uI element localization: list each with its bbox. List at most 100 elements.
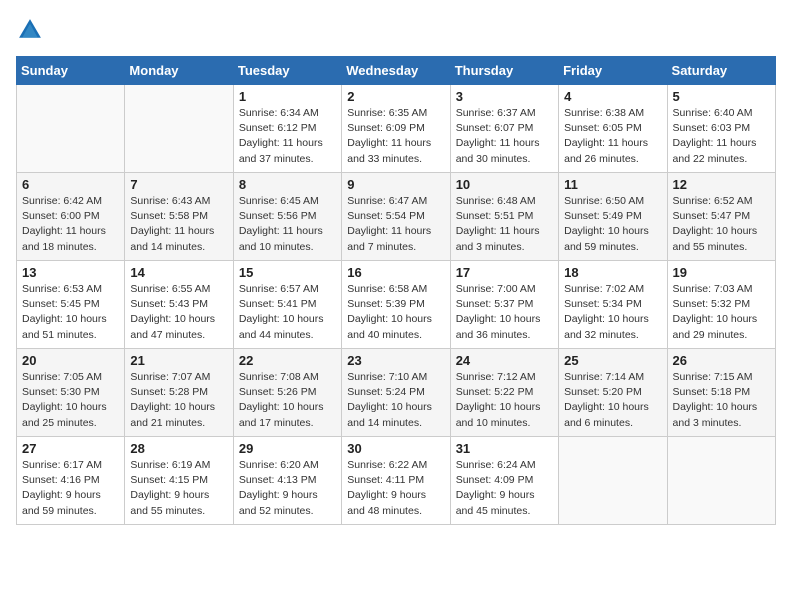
calendar-cell: 26 Sunrise: 7:15 AMSunset: 5:18 PMDayligh… xyxy=(667,349,775,437)
calendar-cell: 9 Sunrise: 6:47 AMSunset: 5:54 PMDaylight… xyxy=(342,173,450,261)
calendar-cell xyxy=(559,437,667,525)
day-number: 8 xyxy=(239,177,336,192)
calendar-cell: 21Sunrise: 7:07 AMSunset: 5:28 PMDayligh… xyxy=(125,349,233,437)
day-number: 10 xyxy=(456,177,553,192)
day-content: Sunrise: 7:12 AMSunset: 5:22 PMDaylight:… xyxy=(456,370,553,431)
header-day-monday: Monday xyxy=(125,57,233,85)
calendar-cell: 5 Sunrise: 6:40 AMSunset: 6:03 PMDaylight… xyxy=(667,85,775,173)
day-content: Sunrise: 7:08 AMSunset: 5:26 PMDaylight:… xyxy=(239,370,336,431)
logo-icon xyxy=(16,16,44,44)
calendar-cell: 29 Sunrise: 6:20 AMSunset: 4:13 PMDayligh… xyxy=(233,437,341,525)
day-number: 24 xyxy=(456,353,553,368)
day-number: 27 xyxy=(22,441,119,456)
day-number: 12 xyxy=(673,177,770,192)
calendar-cell: 11 Sunrise: 6:50 AMSunset: 5:49 PMDayligh… xyxy=(559,173,667,261)
day-number: 19 xyxy=(673,265,770,280)
calendar-cell: 4Sunrise: 6:38 AMSunset: 6:05 PMDaylight… xyxy=(559,85,667,173)
calendar-cell: 27 Sunrise: 6:17 AMSunset: 4:16 PMDayligh… xyxy=(17,437,125,525)
day-number: 15 xyxy=(239,265,336,280)
day-number: 31 xyxy=(456,441,553,456)
day-number: 29 xyxy=(239,441,336,456)
header-day-thursday: Thursday xyxy=(450,57,558,85)
calendar-cell: 19Sunrise: 7:03 AMSunset: 5:32 PMDayligh… xyxy=(667,261,775,349)
calendar-cell: 25Sunrise: 7:14 AMSunset: 5:20 PMDayligh… xyxy=(559,349,667,437)
day-number: 26 xyxy=(673,353,770,368)
calendar-cell: 28 Sunrise: 6:19 AMSunset: 4:15 PMDayligh… xyxy=(125,437,233,525)
calendar-header: SundayMondayTuesdayWednesdayThursdayFrid… xyxy=(17,57,776,85)
calendar-cell: 14 Sunrise: 6:55 AMSunset: 5:43 PMDayligh… xyxy=(125,261,233,349)
day-number: 3 xyxy=(456,89,553,104)
day-number: 17 xyxy=(456,265,553,280)
week-row-3: 13 Sunrise: 6:53 AMSunset: 5:45 PMDayligh… xyxy=(17,261,776,349)
day-number: 5 xyxy=(673,89,770,104)
logo xyxy=(16,16,48,44)
calendar-table: SundayMondayTuesdayWednesdayThursdayFrid… xyxy=(16,56,776,525)
day-number: 11 xyxy=(564,177,661,192)
day-content: Sunrise: 6:19 AMSunset: 4:15 PMDaylight:… xyxy=(130,458,227,519)
day-number: 30 xyxy=(347,441,444,456)
day-content: Sunrise: 7:10 AMSunset: 5:24 PMDaylight:… xyxy=(347,370,444,431)
calendar-cell: 24 Sunrise: 7:12 AMSunset: 5:22 PMDayligh… xyxy=(450,349,558,437)
header-day-sunday: Sunday xyxy=(17,57,125,85)
day-content: Sunrise: 6:37 AMSunset: 6:07 PMDaylight:… xyxy=(456,106,553,167)
day-number: 28 xyxy=(130,441,227,456)
day-content: Sunrise: 6:24 AMSunset: 4:09 PMDaylight:… xyxy=(456,458,553,519)
day-content: Sunrise: 6:42 AMSunset: 6:00 PMDaylight:… xyxy=(22,194,119,255)
day-number: 22 xyxy=(239,353,336,368)
calendar-body: 1 Sunrise: 6:34 AMSunset: 6:12 PMDaylight… xyxy=(17,85,776,525)
week-row-1: 1 Sunrise: 6:34 AMSunset: 6:12 PMDaylight… xyxy=(17,85,776,173)
header-day-friday: Friday xyxy=(559,57,667,85)
day-number: 18 xyxy=(564,265,661,280)
calendar-cell: 20Sunrise: 7:05 AMSunset: 5:30 PMDayligh… xyxy=(17,349,125,437)
day-content: Sunrise: 6:40 AMSunset: 6:03 PMDaylight:… xyxy=(673,106,770,167)
day-number: 13 xyxy=(22,265,119,280)
calendar-cell: 17Sunrise: 7:00 AMSunset: 5:37 PMDayligh… xyxy=(450,261,558,349)
calendar-cell: 1 Sunrise: 6:34 AMSunset: 6:12 PMDaylight… xyxy=(233,85,341,173)
calendar-cell: 6 Sunrise: 6:42 AMSunset: 6:00 PMDaylight… xyxy=(17,173,125,261)
header-day-wednesday: Wednesday xyxy=(342,57,450,85)
day-content: Sunrise: 6:57 AMSunset: 5:41 PMDaylight:… xyxy=(239,282,336,343)
day-content: Sunrise: 7:15 AMSunset: 5:18 PMDaylight:… xyxy=(673,370,770,431)
day-content: Sunrise: 6:55 AMSunset: 5:43 PMDaylight:… xyxy=(130,282,227,343)
day-content: Sunrise: 7:02 AMSunset: 5:34 PMDaylight:… xyxy=(564,282,661,343)
week-row-4: 20Sunrise: 7:05 AMSunset: 5:30 PMDayligh… xyxy=(17,349,776,437)
day-content: Sunrise: 6:47 AMSunset: 5:54 PMDaylight:… xyxy=(347,194,444,255)
calendar-cell: 22 Sunrise: 7:08 AMSunset: 5:26 PMDayligh… xyxy=(233,349,341,437)
calendar-cell: 8 Sunrise: 6:45 AMSunset: 5:56 PMDaylight… xyxy=(233,173,341,261)
calendar-cell xyxy=(667,437,775,525)
calendar-cell: 30Sunrise: 6:22 AMSunset: 4:11 PMDayligh… xyxy=(342,437,450,525)
day-content: Sunrise: 6:20 AMSunset: 4:13 PMDaylight:… xyxy=(239,458,336,519)
calendar-cell: 2 Sunrise: 6:35 AMSunset: 6:09 PMDaylight… xyxy=(342,85,450,173)
page-header xyxy=(16,16,776,44)
header-day-saturday: Saturday xyxy=(667,57,775,85)
day-content: Sunrise: 6:35 AMSunset: 6:09 PMDaylight:… xyxy=(347,106,444,167)
day-number: 14 xyxy=(130,265,227,280)
week-row-2: 6 Sunrise: 6:42 AMSunset: 6:00 PMDaylight… xyxy=(17,173,776,261)
day-number: 25 xyxy=(564,353,661,368)
day-content: Sunrise: 6:34 AMSunset: 6:12 PMDaylight:… xyxy=(239,106,336,167)
day-content: Sunrise: 6:17 AMSunset: 4:16 PMDaylight:… xyxy=(22,458,119,519)
day-number: 2 xyxy=(347,89,444,104)
calendar-cell: 15 Sunrise: 6:57 AMSunset: 5:41 PMDayligh… xyxy=(233,261,341,349)
calendar-cell xyxy=(17,85,125,173)
day-content: Sunrise: 6:53 AMSunset: 5:45 PMDaylight:… xyxy=(22,282,119,343)
day-content: Sunrise: 6:50 AMSunset: 5:49 PMDaylight:… xyxy=(564,194,661,255)
day-number: 6 xyxy=(22,177,119,192)
day-number: 7 xyxy=(130,177,227,192)
day-content: Sunrise: 6:38 AMSunset: 6:05 PMDaylight:… xyxy=(564,106,661,167)
day-number: 16 xyxy=(347,265,444,280)
day-content: Sunrise: 6:45 AMSunset: 5:56 PMDaylight:… xyxy=(239,194,336,255)
calendar-cell: 7 Sunrise: 6:43 AMSunset: 5:58 PMDaylight… xyxy=(125,173,233,261)
day-number: 1 xyxy=(239,89,336,104)
calendar-cell xyxy=(125,85,233,173)
day-number: 9 xyxy=(347,177,444,192)
day-content: Sunrise: 6:43 AMSunset: 5:58 PMDaylight:… xyxy=(130,194,227,255)
calendar-cell: 23 Sunrise: 7:10 AMSunset: 5:24 PMDayligh… xyxy=(342,349,450,437)
day-number: 21 xyxy=(130,353,227,368)
day-content: Sunrise: 6:48 AMSunset: 5:51 PMDaylight:… xyxy=(456,194,553,255)
calendar-cell: 10 Sunrise: 6:48 AMSunset: 5:51 PMDayligh… xyxy=(450,173,558,261)
day-number: 23 xyxy=(347,353,444,368)
calendar-cell: 18 Sunrise: 7:02 AMSunset: 5:34 PMDayligh… xyxy=(559,261,667,349)
day-content: Sunrise: 7:05 AMSunset: 5:30 PMDaylight:… xyxy=(22,370,119,431)
calendar-cell: 31 Sunrise: 6:24 AMSunset: 4:09 PMDayligh… xyxy=(450,437,558,525)
